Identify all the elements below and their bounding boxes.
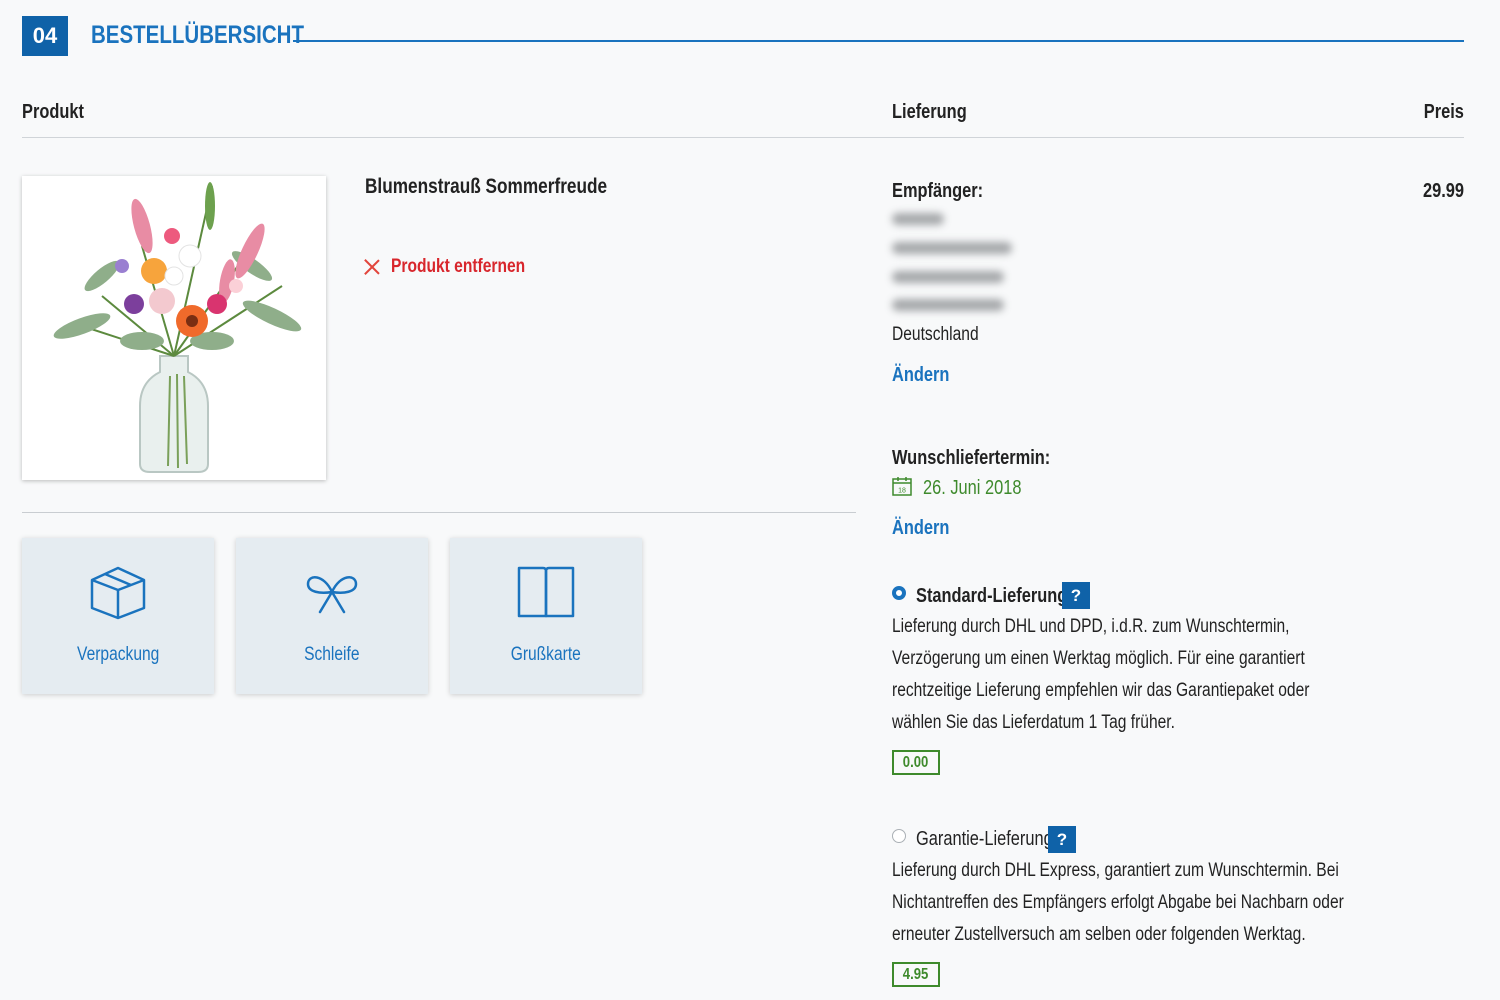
recipient-label: Empfänger: xyxy=(892,180,984,202)
extra-ribbon-button[interactable]: Schleife xyxy=(236,538,428,694)
redacted-recipient-line xyxy=(892,213,944,225)
title-divider xyxy=(293,40,1464,42)
column-header-product: Produkt xyxy=(22,101,84,123)
standard-delivery-help-button[interactable]: ? xyxy=(1062,582,1090,609)
guarantee-delivery-help-button[interactable]: ? xyxy=(1048,826,1076,853)
ribbon-icon xyxy=(306,576,358,614)
redacted-recipient-line xyxy=(892,271,1004,283)
card-icon xyxy=(517,566,575,618)
product-image xyxy=(22,176,326,480)
svg-text:18: 18 xyxy=(898,488,906,495)
column-header-price: Preis xyxy=(1423,101,1464,123)
guarantee-delivery-description: Lieferung durch DHL Express, garantiert … xyxy=(892,860,1344,945)
change-recipient-link[interactable]: Ändern xyxy=(892,364,962,387)
guarantee-delivery-radio[interactable] xyxy=(892,829,906,843)
extra-label: Verpackung xyxy=(76,644,160,665)
step-number-badge: 04 xyxy=(22,16,68,56)
step-number: 04 xyxy=(32,23,58,48)
delivery-date-value: 26. Juni 2018 xyxy=(923,477,1022,499)
bouquet-illustration xyxy=(53,182,302,473)
redacted-recipient-line xyxy=(892,299,1004,311)
product-divider xyxy=(22,512,856,513)
column-header-delivery: Lieferung xyxy=(892,101,967,123)
product-price: 29.99 xyxy=(1422,180,1464,202)
close-icon[interactable] xyxy=(363,258,381,276)
extra-label: Grußkarte xyxy=(510,644,582,665)
standard-delivery-price: 0.00 xyxy=(892,750,940,775)
redacted-recipient-line xyxy=(892,242,1012,254)
remove-product-link[interactable]: Produkt entfernen xyxy=(363,256,555,278)
calendar-icon: 18 xyxy=(892,476,912,496)
box-icon xyxy=(90,566,146,620)
extra-label: Schleife xyxy=(304,644,360,665)
header-divider xyxy=(22,137,1464,138)
extra-greeting-card-button[interactable]: Grußkarte xyxy=(450,538,642,694)
recipient-country: Deutschland xyxy=(892,324,979,345)
guarantee-delivery-price: 4.95 xyxy=(892,962,940,987)
delivery-date-label: Wunschliefertermin: xyxy=(892,447,1051,469)
change-date-link[interactable]: Ändern xyxy=(892,517,962,540)
product-name: Blumenstrauß Sommerfreude xyxy=(365,175,608,198)
standard-delivery-description: Lieferung durch DHL und DPD, i.d.R. zum … xyxy=(892,616,1310,733)
extra-packaging-button[interactable]: Verpackung xyxy=(22,538,214,694)
section-title: BESTELLÜBERSICHT xyxy=(91,21,304,49)
standard-delivery-radio[interactable] xyxy=(892,586,906,600)
